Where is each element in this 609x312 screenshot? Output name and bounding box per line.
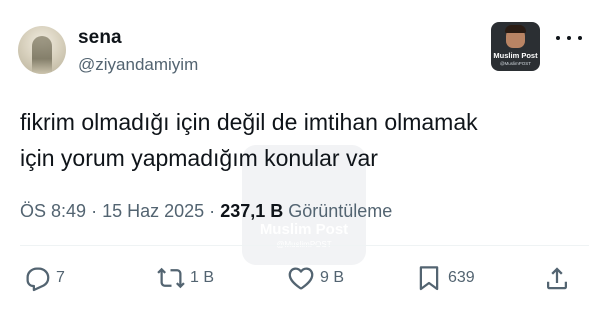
badge-title: Muslim Post: [493, 51, 538, 60]
user-handle[interactable]: @ziyandamiyim: [78, 55, 198, 75]
repost-icon: [157, 267, 185, 289]
badge-hair: [505, 25, 526, 33]
more-dot: [556, 36, 560, 40]
tweet-text: fikrim olmadığı için değil de imtihan ol…: [20, 104, 590, 176]
badge-subtitle: @MuslimPOST: [499, 61, 532, 66]
share-icon: [547, 267, 567, 290]
divider: [20, 245, 589, 246]
display-name[interactable]: sena: [78, 27, 122, 49]
reply-count: 7: [56, 269, 65, 286]
repost-button[interactable]: 1 B: [156, 258, 214, 298]
action-bar: 7 1 B 9 B 639: [0, 258, 609, 298]
repost-count: 1 B: [190, 269, 215, 286]
watermark-title: Muslim Post: [259, 221, 349, 238]
tweet-date[interactable]: 15 Haz 2025: [102, 201, 204, 221]
tweet-time[interactable]: ÖS 8:49: [20, 201, 86, 221]
tweet-text-line: için yorum yapmadığım konular var: [20, 145, 378, 171]
reply-button[interactable]: 7: [22, 258, 65, 298]
more-dot: [578, 36, 582, 40]
tweet-meta: ÖS 8:49 · 15 Haz 2025 · 237,1 B Görüntül…: [20, 201, 392, 222]
views-count: 237,1 B: [220, 201, 284, 221]
like-count: 9 B: [320, 269, 345, 286]
like-button[interactable]: 9 B: [286, 258, 344, 298]
reply-icon: [26, 267, 50, 292]
muslim-post-badge[interactable]: Muslim Post @MuslimPOST: [491, 22, 540, 71]
avatar[interactable]: [18, 26, 66, 74]
more-icon[interactable]: [556, 32, 582, 44]
avatar-figure: [32, 36, 52, 74]
views-label: Görüntüleme: [288, 201, 393, 221]
share-button[interactable]: [542, 258, 572, 298]
tweet-text-line: fikrim olmadığı için değil de imtihan ol…: [20, 109, 478, 135]
more-dot: [567, 36, 571, 40]
bookmark-count: 639: [448, 269, 475, 286]
heart-icon: [288, 267, 314, 290]
bookmark-icon: [419, 266, 439, 291]
meta-separator: ·: [91, 201, 98, 221]
bookmark-button[interactable]: 639: [414, 258, 475, 298]
meta-separator: ·: [209, 201, 216, 221]
